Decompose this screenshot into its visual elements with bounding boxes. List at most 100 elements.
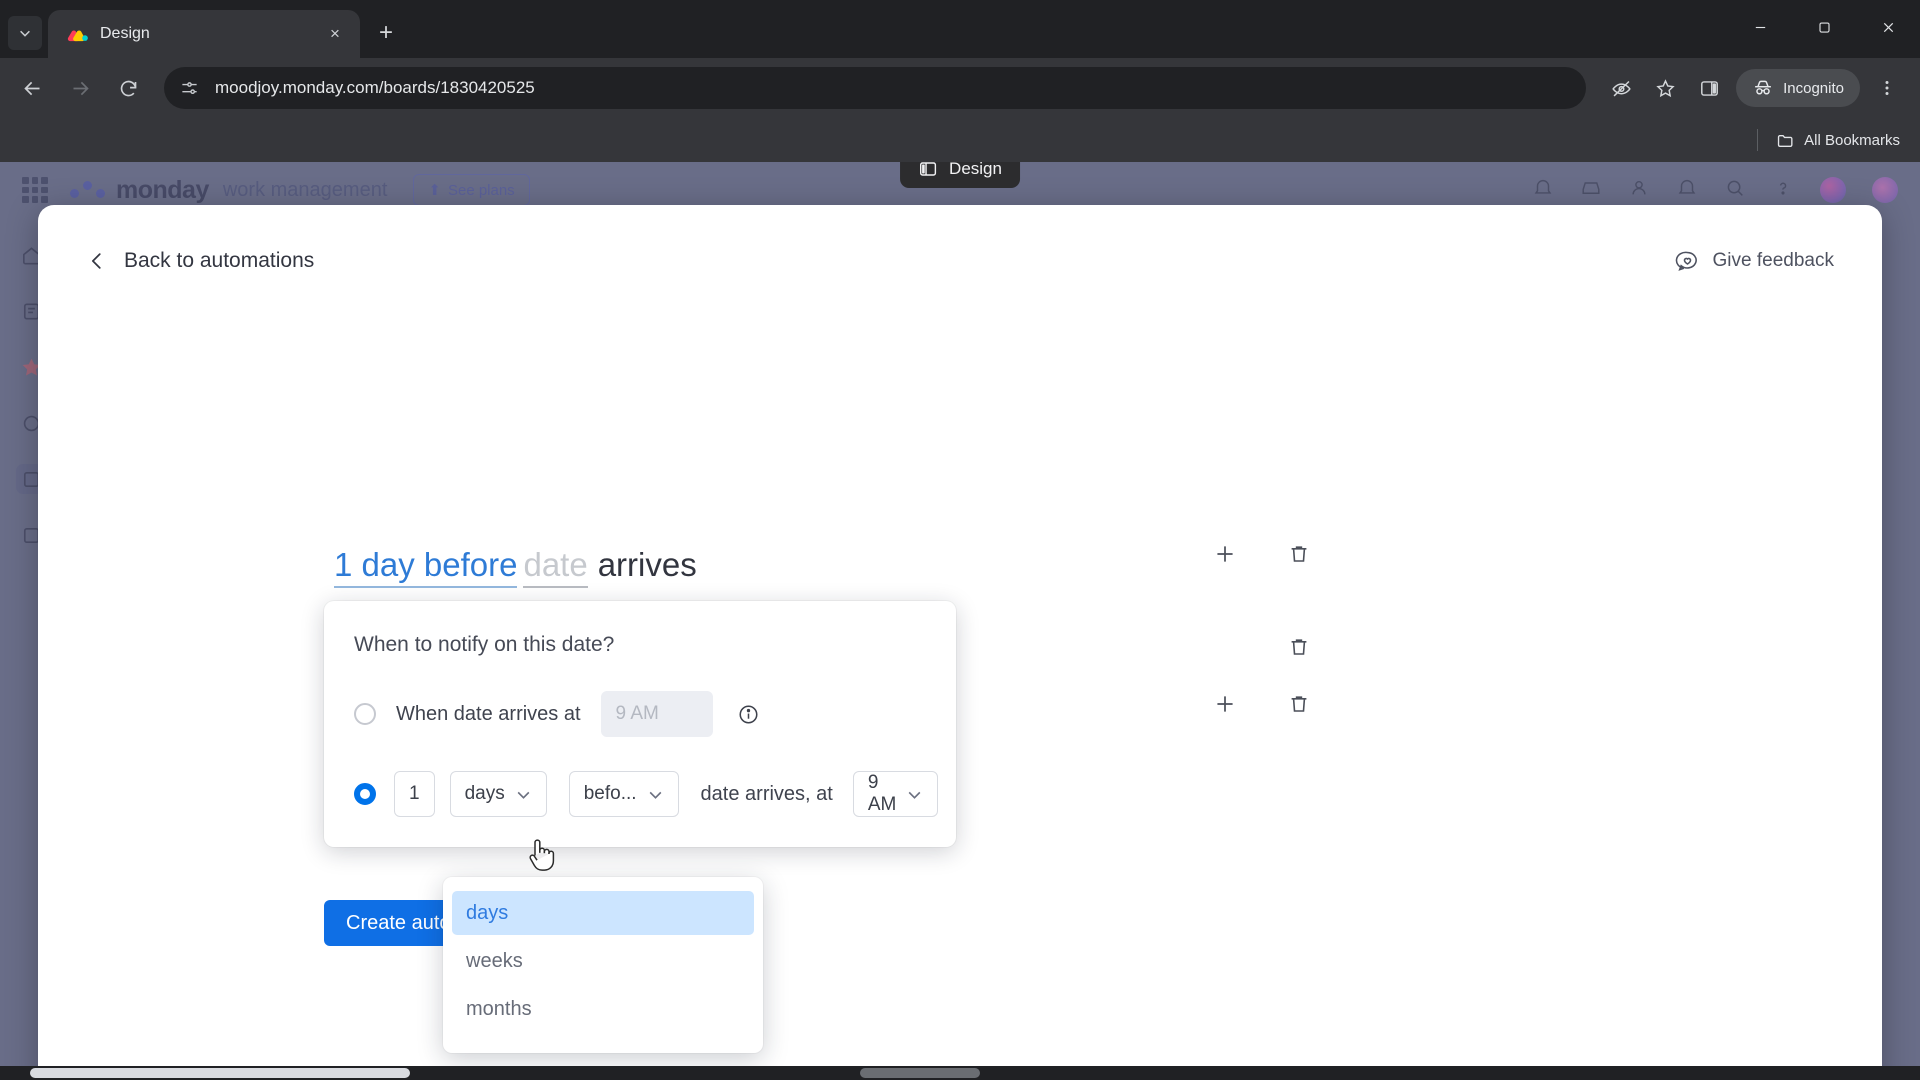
option-row-on-arrival[interactable]: When date arrives at 9 AM: [350, 691, 930, 737]
scrollbar-thumb-secondary[interactable]: [860, 1068, 980, 1078]
close-icon[interactable]: ×: [322, 21, 348, 47]
new-tab-button[interactable]: +: [368, 15, 404, 51]
unit-select[interactable]: days: [449, 771, 547, 817]
info-circle-glyph: [739, 704, 758, 724]
tab-title: Design: [100, 25, 150, 42]
trash-icon: [1291, 546, 1307, 562]
page-viewport: monday work management ⬆ See plans: [0, 162, 1920, 1080]
incognito-hat-icon: [1755, 80, 1771, 95]
bookmark-star-icon: [1655, 78, 1675, 97]
row-actions-3: [1210, 689, 1314, 719]
amount-value: 1: [409, 783, 420, 804]
row-actions-2: [1210, 632, 1314, 662]
time-value-disabled: 9 AM: [615, 703, 659, 724]
info-icon[interactable]: [737, 703, 760, 726]
menu-dots-glyph: [1885, 81, 1889, 95]
bookmarks-bar: All Bookmarks: [0, 118, 1920, 162]
all-bookmarks-button[interactable]: All Bookmarks: [1776, 131, 1900, 150]
automation-sentence: 1 day before date arrives: [334, 546, 697, 588]
plus-icon: [1217, 696, 1233, 712]
option-label-on-arrival: When date arrives at: [396, 702, 581, 725]
folder-icon: [1778, 134, 1793, 147]
feedback-heart-bubble-icon: [1675, 251, 1697, 271]
option-row-relative[interactable]: 1 days befo... date arrives, at 9 AM: [350, 771, 939, 817]
add-row-button-1[interactable]: [1210, 539, 1240, 569]
reload-button[interactable]: [106, 66, 150, 110]
arrow-left-icon: [23, 81, 39, 95]
time-select-disabled: 9 AM: [600, 691, 713, 737]
modal-header: Back to automations Give feedback: [38, 205, 1882, 317]
feedback-label: Give feedback: [1712, 250, 1834, 271]
chevron-down-icon: [515, 786, 532, 803]
chevron-down-icon: [906, 786, 923, 803]
toolbar-actions: Incognito: [1600, 67, 1908, 109]
time-select[interactable]: 9 AM: [852, 771, 939, 817]
sentence-token-delay[interactable]: 1 day before: [334, 546, 518, 588]
dropdown-option-days[interactable]: days: [452, 891, 754, 935]
maximize-icon: [1818, 21, 1830, 33]
direction-value: befo...: [583, 783, 637, 804]
tab-strip: Design × +: [0, 0, 1920, 58]
back-label: Back to automations: [124, 249, 315, 272]
side-panel-glyph: [1700, 80, 1718, 96]
url-text: moodjoy.monday.com/boards/1830420525: [215, 78, 535, 97]
scrollbar-thumb[interactable]: [30, 1068, 410, 1078]
delete-row-button-1[interactable]: [1284, 539, 1314, 569]
browser-toolbar: moodjoy.monday.com/boards/1830420525 Inc…: [0, 58, 1920, 118]
add-row-placeholder-2: [1210, 632, 1240, 662]
browser-window: Design × + moodjoy.monday.com/boards/183…: [0, 0, 1920, 1080]
add-row-button-3[interactable]: [1210, 689, 1240, 719]
unit-dropdown-list: days weeks months: [443, 877, 763, 1053]
reload-icon: [120, 80, 136, 96]
tab-search-button[interactable]: [8, 16, 42, 50]
dropdown-option-weeks[interactable]: weeks: [452, 939, 754, 983]
chevron-glyph: [649, 791, 661, 799]
direction-select[interactable]: befo...: [568, 771, 679, 817]
maximize-button[interactable]: [1792, 0, 1856, 54]
chevron-left-icon: [92, 253, 101, 269]
radio-relative[interactable]: [354, 783, 376, 805]
address-bar[interactable]: moodjoy.monday.com/boards/1830420525: [164, 67, 1587, 109]
back-button[interactable]: [10, 66, 54, 110]
bookmark-divider: [1757, 129, 1759, 151]
sentence-token-arrives: arrives: [597, 546, 697, 583]
notify-time-popover: When to notify on this date? When date a…: [324, 601, 956, 847]
tracking-protection-icon: [1611, 80, 1631, 96]
amount-input[interactable]: 1: [394, 771, 435, 817]
minimize-icon: [1755, 26, 1765, 28]
trash-icon: [1291, 696, 1307, 712]
star-icon[interactable]: [1644, 67, 1686, 109]
side-panel-icon[interactable]: [1688, 67, 1730, 109]
window-controls: [1728, 0, 1920, 54]
radio-on-arrival[interactable]: [354, 703, 376, 725]
three-dot-menu-icon[interactable]: [1866, 67, 1908, 109]
automation-modal: Back to automations Give feedback 1 day …: [38, 205, 1882, 1080]
horizontal-scrollbar[interactable]: [0, 1066, 1920, 1080]
delete-row-button-3[interactable]: [1284, 689, 1314, 719]
close-icon: [1883, 22, 1893, 32]
plus-icon: [1217, 546, 1233, 562]
close-window-button[interactable]: [1856, 0, 1920, 54]
delete-row-button-2[interactable]: [1284, 632, 1314, 662]
arrow-right-icon: [73, 81, 89, 95]
incognito-indicator[interactable]: Incognito: [1736, 69, 1860, 107]
chevron-glyph: [908, 791, 921, 799]
design-pill-label: Design: [949, 162, 1002, 178]
design-mode-pill[interactable]: Design: [900, 162, 1020, 188]
monday-logo-icon: [66, 23, 88, 45]
middle-text: date arrives, at: [700, 782, 833, 805]
panel-icon: [919, 162, 937, 176]
popover-title: When to notify on this date?: [354, 633, 615, 656]
give-feedback-button[interactable]: Give feedback: [1675, 249, 1834, 274]
dropdown-option-months[interactable]: months: [452, 987, 754, 1031]
chevron-glyph: [517, 791, 530, 799]
back-to-automations-button[interactable]: Back to automations: [86, 249, 314, 273]
browser-tab-design[interactable]: Design ×: [48, 10, 360, 58]
sentence-token-date[interactable]: date: [523, 546, 588, 588]
minimize-button[interactable]: [1728, 0, 1792, 54]
unit-value: days: [464, 783, 505, 804]
eye-slash-icon[interactable]: [1600, 67, 1642, 109]
forward-button[interactable]: [58, 66, 102, 110]
chevron-down-icon: [647, 786, 664, 803]
site-settings-icon[interactable]: [180, 79, 199, 98]
